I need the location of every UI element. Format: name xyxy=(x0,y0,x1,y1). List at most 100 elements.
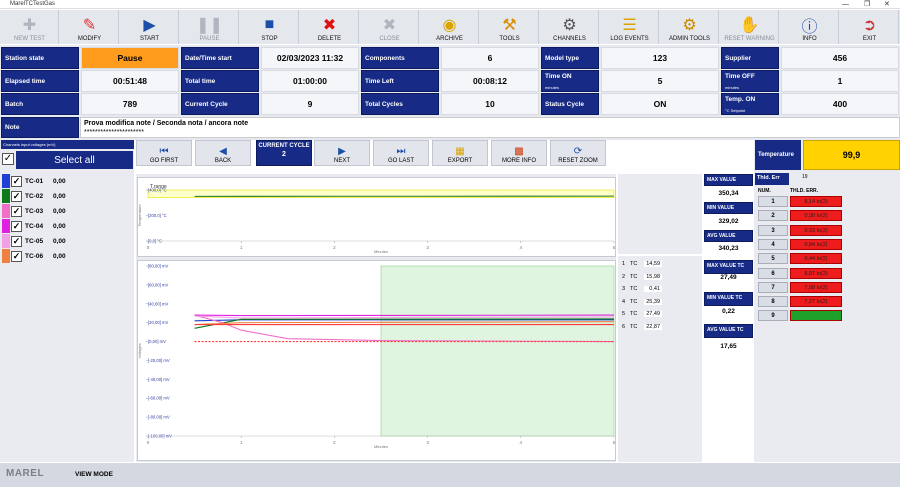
reset-zoom-button[interactable]: ⟳ RESET ZOOM xyxy=(550,140,606,166)
reset-zoom-label: RESET ZOOM xyxy=(558,158,598,164)
channel-row[interactable]: ✓ TC-03 0,00 xyxy=(2,204,132,218)
tc-value-row: 1 TC 14,59 xyxy=(622,258,700,270)
go-first-icon: ⏮ xyxy=(159,146,169,157)
time-off-label-text: Time OFF xyxy=(725,73,755,80)
toolbar-button-label: START xyxy=(139,36,160,42)
back-button[interactable]: ◀ BACK xyxy=(195,140,251,166)
new-test-button[interactable]: ✚ NEW TEST xyxy=(1,10,59,44)
close-window-button[interactable]: ✕ xyxy=(884,0,890,9)
close-button[interactable]: ✖ CLOSE xyxy=(361,10,419,44)
more-info-label: MORE INFO xyxy=(502,158,536,164)
status-cycle-value: ON xyxy=(601,93,719,115)
admin-tools-button[interactable]: ⚙ ADMIN TOOLS xyxy=(661,10,719,44)
y-tick-label: [80,00] mV xyxy=(148,264,168,269)
channel-name: TC-04 xyxy=(25,222,44,230)
tc-label: TC xyxy=(630,261,638,267)
navigation-row: ⏮ GO FIRST ◀ BACK ▶ NEXT ⏭ GO LAST ▦ EXPORT ▩… xyxy=(136,140,616,166)
temperature-chart-panel[interactable]: 0 1 2 3 4 5 Minutes [400,0] °C [200,0] °C [0,0] °… xyxy=(137,177,616,257)
stop-button[interactable]: ■ STOP xyxy=(241,10,299,44)
time-off-value: 1 xyxy=(781,70,899,92)
channel-row[interactable]: ✓ TC-06 0,00 xyxy=(2,249,132,263)
reset-warning-button[interactable]: ✋ RESET WARNING xyxy=(721,10,779,44)
channel-checkbox[interactable]: ✓ xyxy=(11,175,22,187)
channel-checkbox[interactable]: ✓ xyxy=(11,250,22,262)
thld-num-button[interactable]: 8 xyxy=(758,296,788,308)
temperature-chart[interactable]: 0 1 2 3 4 5Minutes[400,0] °C[200,0] °C[0,0] °… xyxy=(137,178,616,256)
wrench-icon: ⚒ xyxy=(502,17,517,34)
channel-checkbox[interactable]: ✓ xyxy=(11,220,22,232)
channel-row[interactable]: ✓ TC-01 0,00 xyxy=(2,174,132,188)
toolbar-button-label: PAUSE xyxy=(199,36,220,42)
thld-num-button[interactable]: 4 xyxy=(758,238,788,250)
thld-num-button[interactable]: 3 xyxy=(758,224,788,236)
gear-icon: ⚙ xyxy=(562,17,577,34)
channel-value: 0,00 xyxy=(53,222,66,230)
start-button[interactable]: ▶ START xyxy=(121,10,179,44)
channel-name: TC-01 xyxy=(25,177,44,185)
back-label: BACK xyxy=(214,158,232,164)
note-field[interactable]: Prova modifica note / Seconda nota / anc… xyxy=(80,117,900,138)
tc-value: 27,49 xyxy=(644,311,662,318)
channel-row[interactable]: ✓ TC-02 0,00 xyxy=(2,189,132,203)
temperature-value: 99,9 xyxy=(803,140,900,170)
delete-button[interactable]: ✖ DELETE xyxy=(301,10,359,44)
tc-value: 0,41 xyxy=(644,286,662,293)
info-button[interactable]: ⓘ INFO xyxy=(781,10,839,44)
thld-num-button[interactable]: 9 xyxy=(758,310,788,322)
tc-value: 25,39 xyxy=(644,298,662,305)
tools-button[interactable]: ⚒ TOOLS xyxy=(481,10,539,44)
thld-num-button[interactable]: 1 xyxy=(758,196,788,207)
thld-row: 5 0,44 lo(2) xyxy=(754,253,900,265)
y-tick-label: [0,00] mV xyxy=(148,339,166,344)
voltage-chart[interactable]: 0 1 2 3 4 5 Minutes [80,00] mV [60,00] mV [40,00]… xyxy=(137,261,616,460)
x-axis-label: Minutes xyxy=(374,444,388,449)
supplier-label: Supplier xyxy=(721,47,779,69)
toolbar-button-label: TOOLS xyxy=(499,36,520,42)
toolbar-button-label: INFO xyxy=(802,36,817,42)
thld-num-button[interactable]: 5 xyxy=(758,253,788,265)
thld-row: 7 7,98 lo(2) xyxy=(754,281,900,294)
thld-err-value-cell: 7,98 lo(2) xyxy=(790,281,842,293)
go-last-button[interactable]: ⏭ GO LAST xyxy=(373,140,429,166)
channel-checkbox[interactable]: ✓ xyxy=(11,190,22,202)
back-icon: ◀ xyxy=(219,146,227,157)
thld-num-button[interactable]: 6 xyxy=(758,267,788,279)
status-cycle-label: Status Cycle xyxy=(541,93,599,115)
channel-row[interactable]: ✓ TC-04 0,00 xyxy=(2,219,132,233)
tc-label: TC xyxy=(630,273,638,280)
channel-value: 0,00 xyxy=(53,192,66,200)
channel-value: 0,00 xyxy=(53,252,66,260)
toolbar-button-label: EXIT xyxy=(862,36,877,42)
channel-row[interactable]: ✓ TC-05 0,00 xyxy=(2,234,132,248)
select-all-checkbox[interactable]: ✓ xyxy=(2,153,14,165)
thld-num-button[interactable]: 2 xyxy=(758,210,788,222)
next-icon: ▶ xyxy=(338,146,346,157)
export-button[interactable]: ▦ EXPORT xyxy=(432,140,488,166)
tc-label: TC xyxy=(630,286,638,293)
exit-button[interactable]: ➲ EXIT xyxy=(841,10,899,44)
select-all-button[interactable]: Select all xyxy=(16,151,133,169)
go-first-button[interactable]: ⏮ GO FIRST xyxy=(136,140,192,166)
more-info-button[interactable]: ▩ MORE INFO xyxy=(491,140,547,166)
maximize-button[interactable]: ❐ xyxy=(864,0,870,9)
tc-value-row: 3 TC 0,41 xyxy=(622,283,700,295)
thld-row: 6 8,97 lo(2) xyxy=(754,267,900,280)
thld-err-value-cell xyxy=(790,310,842,322)
channel-checkbox[interactable]: ✓ xyxy=(11,205,22,217)
thld-num-button[interactable]: 7 xyxy=(758,281,788,293)
channel-checkbox[interactable]: ✓ xyxy=(11,235,22,247)
archive-button[interactable]: ◉ ARCHIVE xyxy=(421,10,479,44)
voltage-chart-panel[interactable]: 0 1 2 3 4 5 Minutes [80,00] mV [60,00] mV [40,00]… xyxy=(137,260,616,461)
y-tick-label: [200,0] °C xyxy=(148,213,167,218)
pause-button[interactable]: ❚❚ PAUSE xyxy=(181,10,239,44)
tc-value-row: 2 TC 15,98 xyxy=(622,271,700,283)
modify-button[interactable]: ✎ MODIFY xyxy=(61,10,119,44)
next-button[interactable]: ▶ NEXT xyxy=(314,140,370,166)
total-cycles-label: Total Cycles xyxy=(361,93,439,115)
note-label: Note xyxy=(1,117,79,138)
minimize-button[interactable]: — xyxy=(842,0,849,9)
log-events-button[interactable]: ☰ LOG EVENTS xyxy=(601,10,659,44)
chart-area: 0 1 2 3 4 5 Minutes [400,0] °C [200,0] °C [0,0] °… xyxy=(136,174,616,462)
channels-button[interactable]: ⚙ CHANNELS xyxy=(541,10,599,44)
tc-value: 22,87 xyxy=(644,324,662,330)
